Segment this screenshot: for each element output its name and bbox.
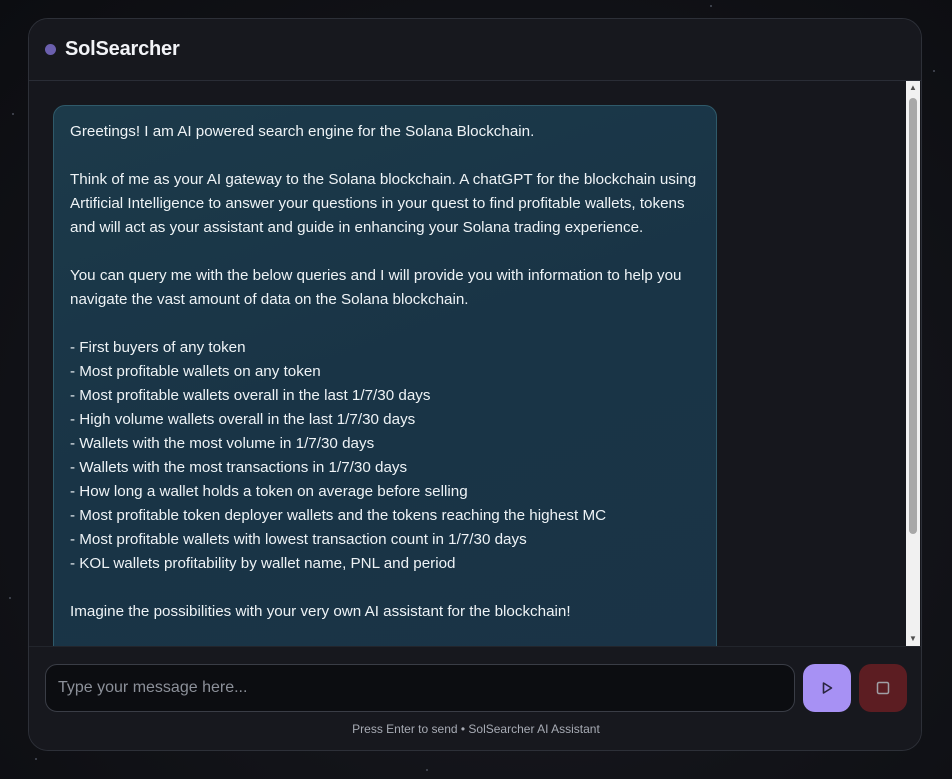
stop-square-icon (876, 681, 890, 695)
query-list-item: - Most profitable wallets overall in the… (70, 387, 431, 404)
query-list-item: - Wallets with the most transactions in … (70, 459, 408, 476)
query-list-item: - Most profitable wallets on any token (70, 363, 321, 380)
status-dot-icon (45, 44, 56, 55)
query-list-item: - First buyers of any token (70, 339, 246, 356)
background-star (35, 758, 37, 760)
message-closing: Imagine the possibilities with your very… (70, 603, 571, 620)
scrollbar-thumb[interactable] (909, 98, 917, 534)
assistant-message: Greetings! I am AI powered search engine… (53, 105, 717, 646)
background-star (9, 597, 11, 599)
chat-header: SolSearcher (29, 19, 921, 81)
query-list: - First buyers of any token - Most profi… (70, 336, 700, 576)
scroll-down-arrow-icon[interactable]: ▼ (906, 632, 920, 646)
query-list-item: - How long a wallet holds a token on ave… (70, 483, 468, 500)
query-list-item: - Most profitable token deployer wallets… (70, 507, 607, 524)
background-star (710, 5, 712, 7)
background-star (426, 769, 428, 771)
background-star (12, 113, 14, 115)
message-scrollbar[interactable]: ▲ ▼ (906, 81, 920, 646)
query-list-item: - Wallets with the most volume in 1/7/30… (70, 435, 375, 452)
stop-button[interactable] (859, 664, 907, 712)
message-list[interactable]: Greetings! I am AI powered search engine… (29, 81, 921, 646)
message-input[interactable] (45, 664, 795, 712)
send-button[interactable] (803, 664, 851, 712)
composer: Press Enter to send • SolSearcher AI Ass… (29, 646, 921, 750)
message-greeting: Greetings! I am AI powered search engine… (70, 123, 535, 140)
footer-hint: Press Enter to send • SolSearcher AI Ass… (352, 722, 600, 736)
scroll-up-arrow-icon[interactable]: ▲ (906, 81, 920, 95)
chat-window: SolSearcher Greetings! I am AI powered s… (28, 18, 922, 751)
query-list-item: - Most profitable wallets with lowest tr… (70, 531, 527, 548)
query-list-item: - KOL wallets profitability by wallet na… (70, 555, 456, 572)
query-list-item: - High volume wallets overall in the las… (70, 411, 416, 428)
background-star (933, 70, 935, 72)
message-query-intro: You can query me with the below queries … (70, 267, 682, 308)
app-title: SolSearcher (65, 38, 180, 60)
message-intro: Think of me as your AI gateway to the So… (70, 171, 697, 236)
play-icon (822, 682, 833, 694)
